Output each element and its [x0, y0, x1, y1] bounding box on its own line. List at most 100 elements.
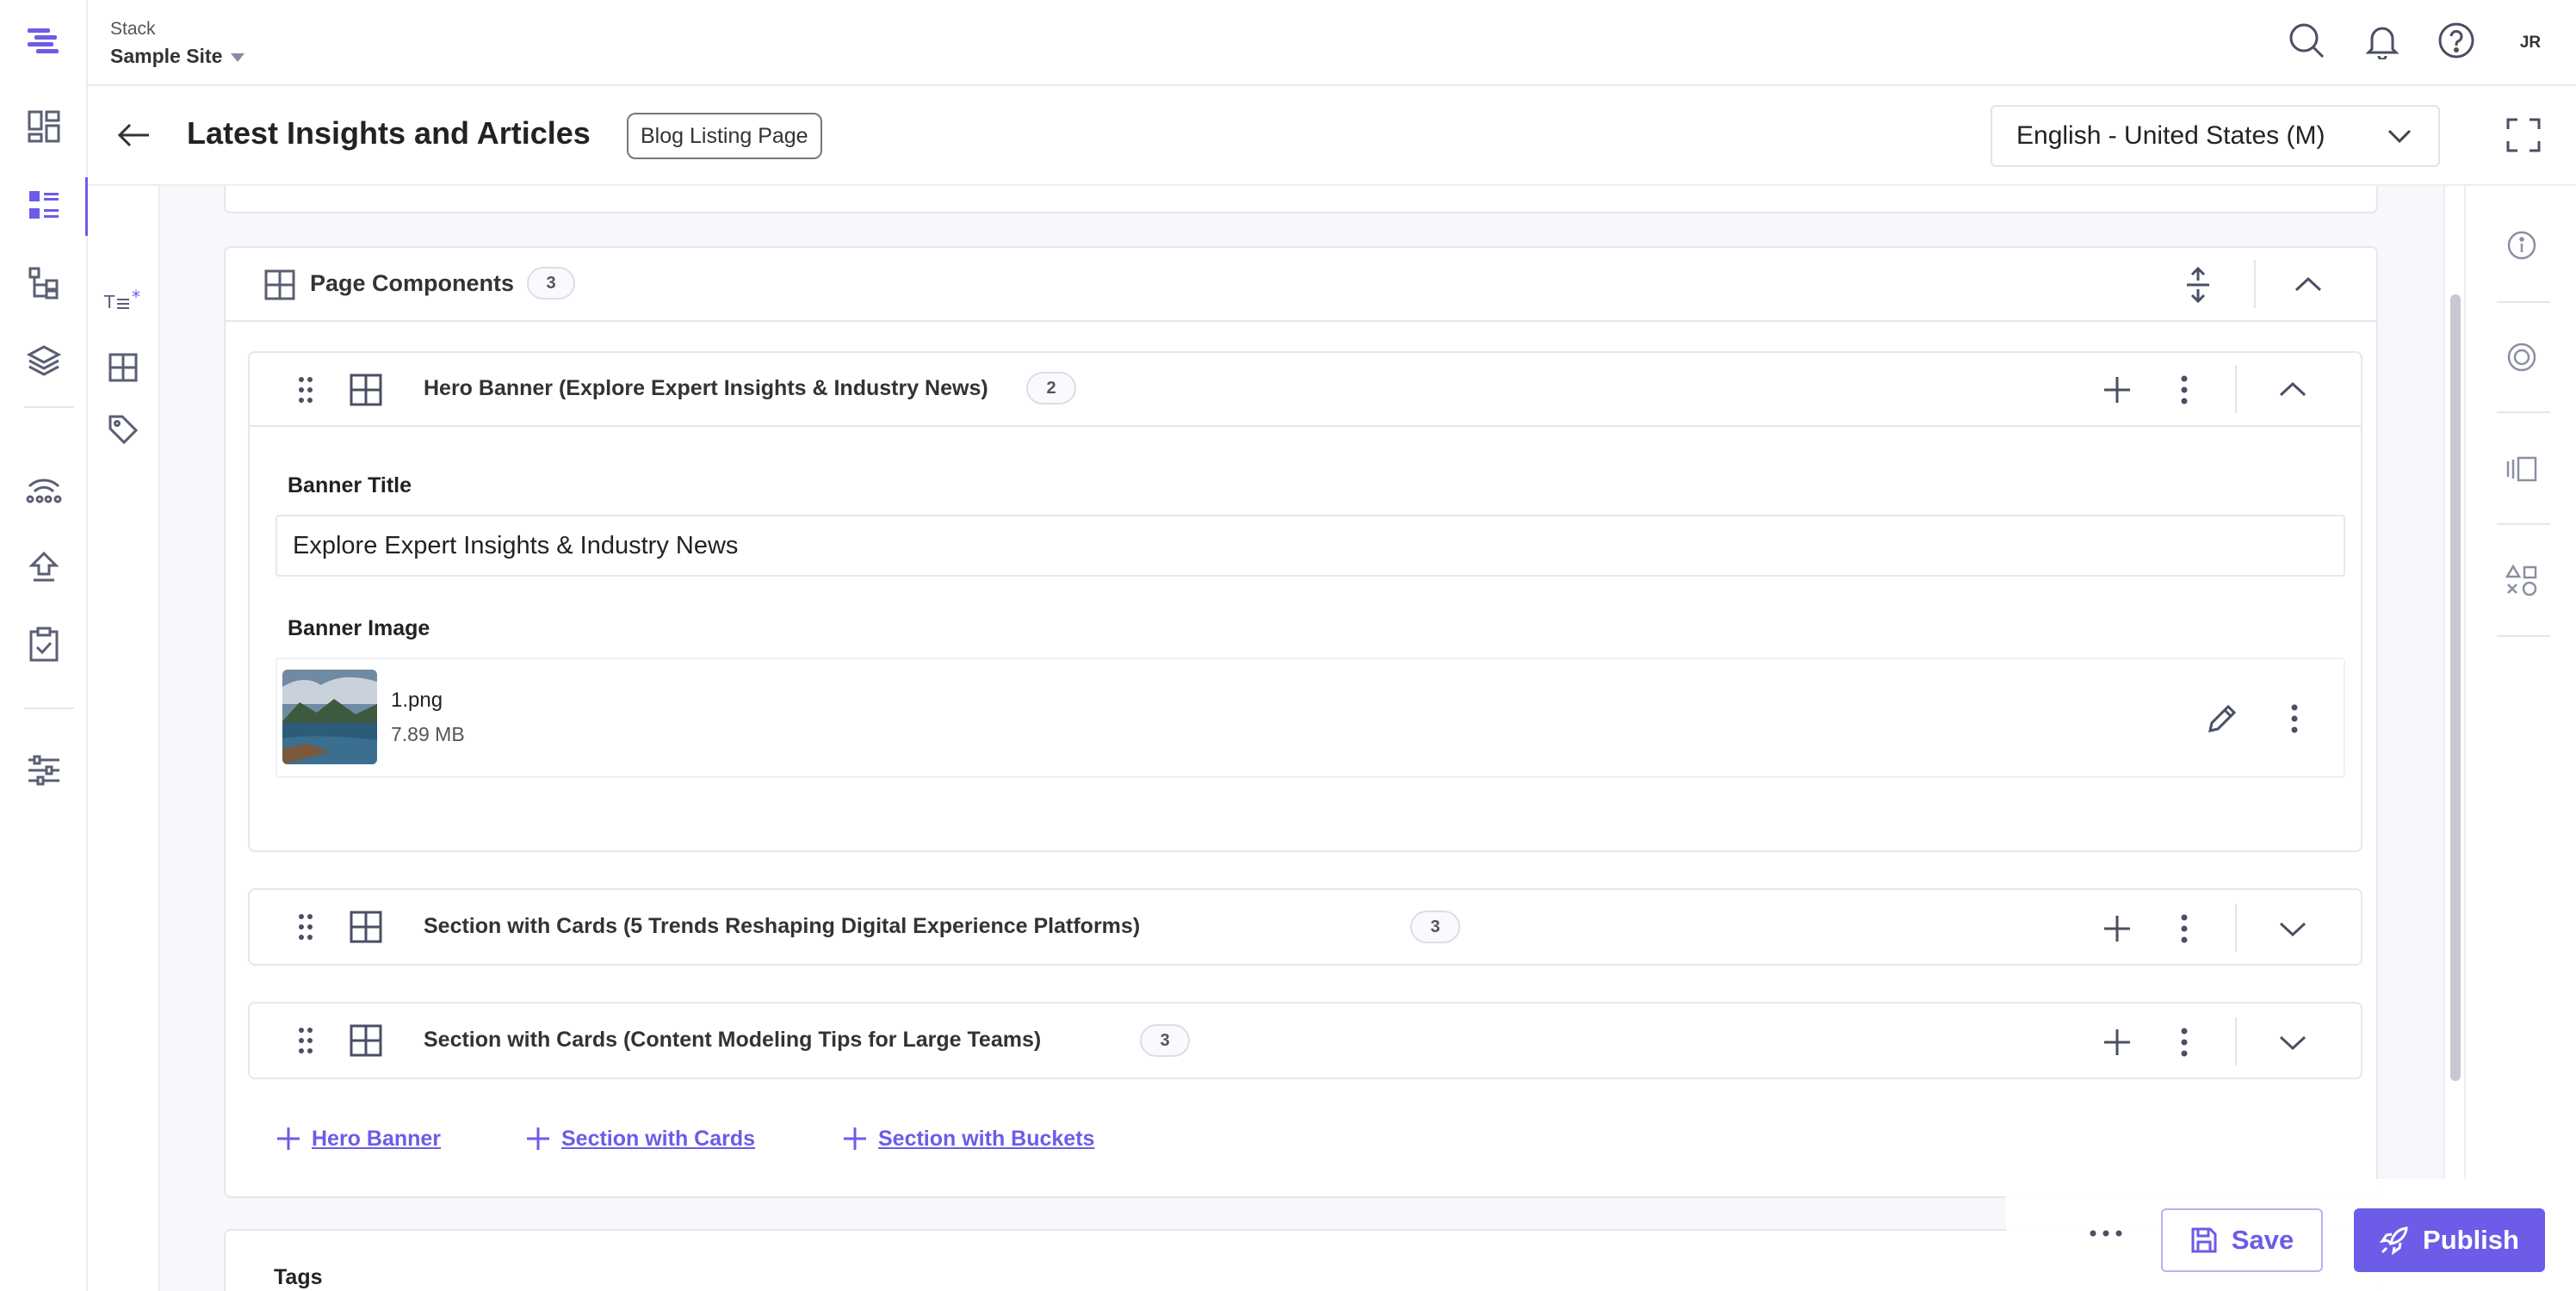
asset-file-name: 1.png: [391, 689, 443, 712]
locale-value: English - United States (M): [2016, 121, 2325, 150]
add-hero-banner-link[interactable]: Hero Banner: [276, 1126, 441, 1152]
modular-blocks-icon[interactable]: [102, 346, 145, 389]
releases-icon[interactable]: [21, 465, 67, 511]
svg-text:T: T: [103, 292, 115, 312]
save-label: Save: [2231, 1225, 2294, 1255]
block-count: 3: [1140, 1024, 1190, 1057]
entries-icon[interactable]: [21, 182, 67, 229]
top-bar: Stack Sample Site JR: [88, 0, 2576, 86]
versions-icon[interactable]: [2500, 448, 2543, 491]
page-components-card: Page Components 3 Hero Banner (Explore E…: [224, 246, 2378, 1198]
scrollbar[interactable]: [2443, 186, 2464, 1291]
chevron-up-icon[interactable]: [2287, 263, 2330, 306]
banner-image-label: Banner Image: [288, 616, 430, 640]
publish-queue-icon[interactable]: [21, 544, 67, 590]
modular-block-section-with-cards: Section with Cards (5 Trends Reshaping D…: [248, 888, 2362, 966]
add-section-with-cards-link[interactable]: Section with Cards: [525, 1126, 755, 1152]
scrollbar-thumb[interactable]: [2450, 294, 2461, 1081]
dashboard-icon[interactable]: [21, 103, 67, 150]
asset-file-size: 7.89 MB: [391, 723, 465, 745]
rocket-icon: [2380, 1226, 2408, 1255]
drag-handle-icon[interactable]: [284, 905, 327, 948]
block-header: Hero Banner (Explore Expert Insights & I…: [250, 353, 2361, 427]
content-type-badge: Blog Listing Page: [627, 113, 822, 159]
plus-icon[interactable]: [2096, 1021, 2139, 1064]
primary-nav-rail: [0, 0, 88, 1291]
locale-select[interactable]: English - United States (M): [1991, 105, 2440, 167]
kebab-icon[interactable]: [2163, 1021, 2206, 1064]
add-link-label: Section with Buckets: [878, 1126, 1095, 1151]
entry-editor: Page Components 3 Hero Banner (Explore E…: [160, 186, 2464, 1291]
more-options-button[interactable]: [2080, 1212, 2132, 1255]
help-icon[interactable]: [2435, 19, 2478, 62]
tag-icon[interactable]: [102, 408, 145, 451]
page-components-header: Page Components 3: [226, 248, 2376, 322]
plus-icon: [844, 1127, 866, 1150]
page-components-label: Page Components: [310, 270, 515, 296]
stack-label: Stack: [110, 19, 156, 39]
chevron-up-icon[interactable]: [2271, 368, 2314, 411]
drag-handle-icon[interactable]: [284, 368, 327, 411]
tags-label: Tags: [274, 1265, 323, 1289]
modular-block-hero-banner: Hero Banner (Explore Expert Insights & I…: [248, 351, 2362, 852]
plus-icon: [527, 1127, 549, 1150]
block-count: 3: [1410, 911, 1460, 943]
banner-title-input[interactable]: Explore Expert Insights & Industry News: [276, 515, 2345, 577]
drag-handle-icon[interactable]: [284, 1019, 327, 1062]
previous-field-card: [224, 186, 2378, 213]
content-models-icon[interactable]: [21, 260, 67, 306]
chevron-down-icon[interactable]: [2271, 1021, 2314, 1064]
chevron-down-icon[interactable]: [2271, 907, 2314, 950]
plus-icon[interactable]: [2096, 907, 2139, 950]
add-link-label: Section with Cards: [561, 1126, 756, 1151]
chevron-down-icon: [2387, 129, 2412, 144]
caret-down-icon[interactable]: [231, 53, 245, 62]
logo-icon[interactable]: [21, 19, 67, 65]
entry-action-bar: Save Publish: [2006, 1179, 2576, 1291]
plus-icon[interactable]: [2096, 368, 2139, 411]
shapes-icon[interactable]: [2500, 559, 2543, 602]
text-field-icon[interactable]: T *: [102, 281, 145, 324]
fullscreen-icon[interactable]: [2502, 114, 2545, 157]
plus-icon: [277, 1127, 300, 1150]
modular-blocks-icon: [344, 905, 387, 948]
block-title: Section with Cards (Content Modeling Tip…: [424, 1028, 1042, 1052]
avatar[interactable]: JR: [2509, 22, 2552, 65]
stack-selector[interactable]: Sample Site: [110, 45, 222, 68]
kebab-icon[interactable]: [2163, 368, 2206, 411]
add-section-with-buckets-link[interactable]: Section with Buckets: [842, 1126, 1094, 1152]
modular-blocks-icon: [344, 1019, 387, 1062]
block-title: Hero Banner (Explore Expert Insights & I…: [424, 376, 988, 400]
right-tools-rail: [2464, 186, 2576, 1291]
publish-label: Publish: [2423, 1225, 2519, 1255]
back-arrow-icon[interactable]: [112, 114, 155, 157]
search-icon[interactable]: [2285, 19, 2328, 62]
bell-icon[interactable]: [2361, 19, 2404, 62]
modular-blocks-icon: [258, 263, 301, 306]
tasks-icon[interactable]: [21, 621, 67, 668]
ellipsis-icon: [2090, 1230, 2122, 1237]
svg-text:*: *: [132, 289, 140, 307]
page-title: Latest Insights and Articles: [187, 115, 591, 151]
publish-button[interactable]: Publish: [2354, 1208, 2545, 1272]
modular-block-section-with-cards: Section with Cards (Content Modeling Tip…: [248, 1002, 2362, 1079]
entry-header: Latest Insights and Articles Blog Listin…: [88, 86, 2576, 186]
settings-icon[interactable]: [21, 747, 67, 794]
banner-image-asset[interactable]: 1.png 7.89 MB: [276, 658, 2345, 778]
modular-blocks-icon: [344, 368, 387, 411]
save-button[interactable]: Save: [2161, 1208, 2323, 1272]
field-tools-rail: T *: [88, 186, 160, 1291]
assets-icon[interactable]: [21, 337, 67, 384]
asset-thumbnail: [282, 670, 377, 764]
info-icon[interactable]: [2500, 224, 2543, 267]
target-icon[interactable]: [2500, 336, 2543, 379]
expand-collapse-all-icon[interactable]: [2177, 263, 2220, 306]
block-title: Section with Cards (5 Trends Reshaping D…: [424, 914, 1141, 938]
floppy-icon: [2191, 1227, 2217, 1253]
block-count: 2: [1026, 372, 1076, 405]
kebab-icon[interactable]: [2163, 907, 2206, 950]
add-link-label: Hero Banner: [312, 1126, 442, 1151]
kebab-icon[interactable]: [2273, 697, 2316, 740]
page-components-count: 3: [527, 267, 575, 300]
edit-icon[interactable]: [2201, 697, 2244, 740]
